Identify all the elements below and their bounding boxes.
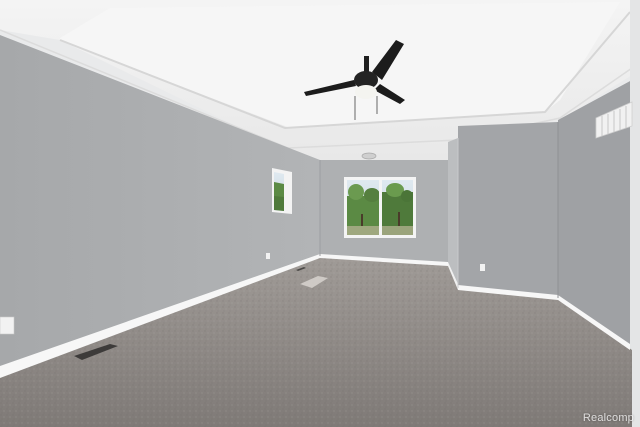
wall-outlet-3 xyxy=(480,264,485,271)
ceiling-light xyxy=(361,152,377,160)
fan-downrod xyxy=(364,56,369,72)
wall-outlet-2 xyxy=(266,253,270,259)
fan-light xyxy=(355,85,377,99)
room-illustration xyxy=(0,0,640,427)
empty-room-photo: Realcomp xyxy=(0,0,640,427)
window-back xyxy=(344,177,416,238)
alcove-back-wall xyxy=(458,122,558,298)
window-side xyxy=(272,168,292,214)
watermark: Realcomp xyxy=(582,412,634,424)
wall-outlet xyxy=(0,316,15,335)
